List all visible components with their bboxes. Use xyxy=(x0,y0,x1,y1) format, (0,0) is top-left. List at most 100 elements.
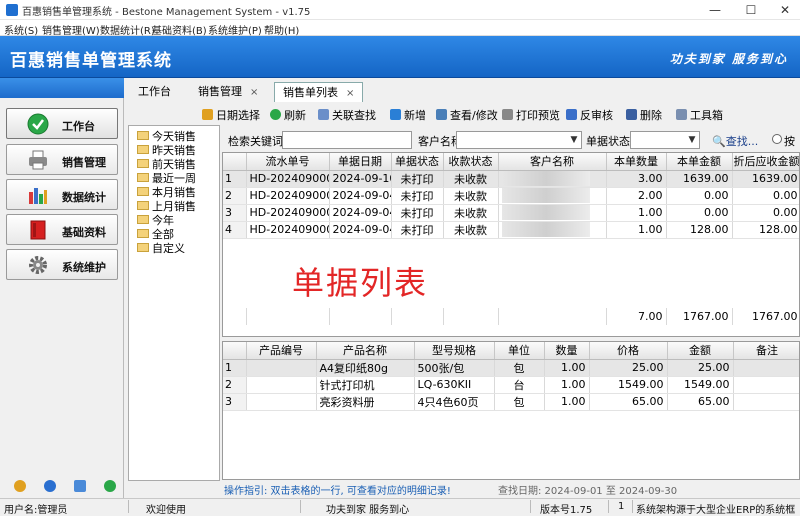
calendar-icon xyxy=(202,109,213,120)
column-header[interactable]: 流水单号 xyxy=(246,153,330,171)
column-header[interactable]: 折后应收金额 xyxy=(732,153,799,171)
filter-bar: 检索关键词 客户名称 ▼ 单据状态 ▼ 🔍查找... 按 xyxy=(222,130,800,150)
orders-grid: 流水单号 单据日期 单据状态 收款状态 客户名称 本单数量 本单金额 折后应收金… xyxy=(222,152,800,337)
amount-cell: 25.00 xyxy=(667,359,734,377)
amount-cell: 1549.00 xyxy=(667,376,734,394)
tab-sales[interactable]: 销售管理 × xyxy=(190,82,266,102)
toolbox-button[interactable]: 工具箱 xyxy=(676,107,723,123)
radio-button[interactable] xyxy=(772,134,782,144)
info-icon[interactable] xyxy=(44,480,56,492)
column-header[interactable]: 客户名称 xyxy=(498,153,607,171)
table-row[interactable]: 2 HD-2024090001 2024-09-04 未打印 未收款 2.00 … xyxy=(223,187,799,205)
close-icon[interactable]: × xyxy=(346,88,354,99)
menu-statistics[interactable]: 数据统计(R) xyxy=(100,22,155,37)
table-row[interactable]: 3 HD-2024090002 2024-09-04 未打印 未收款 1.00 … xyxy=(223,204,799,222)
nav-sales-button[interactable]: 销售管理 xyxy=(6,144,118,175)
title-bar: 百惠销售单管理系统 - Bestone Management System - … xyxy=(0,0,800,20)
tab-workbench[interactable]: 工作台 xyxy=(130,82,179,102)
nav-workbench-button[interactable]: 工作台 xyxy=(6,108,118,139)
monitor-icon[interactable] xyxy=(74,480,86,492)
date-cell: 2024-09-04 xyxy=(329,221,392,239)
power-icon[interactable] xyxy=(104,480,116,492)
table-row[interactable]: 3 亮彩资料册 4只4色60页 包 1.00 65.00 65.00 xyxy=(223,393,799,411)
tools-icon[interactable] xyxy=(14,480,26,492)
banner-slogan: 功夫到家 服务到心 xyxy=(669,52,788,66)
bar-chart-icon xyxy=(29,188,47,204)
minimize-button[interactable]: — xyxy=(698,0,732,20)
menu-basic-data[interactable]: 基础资料(B) xyxy=(152,22,207,37)
qty-cell: 3.00 xyxy=(606,170,667,188)
total-net-amount: 1767.00 xyxy=(732,308,799,325)
chevron-down-icon[interactable]: ▼ xyxy=(685,131,699,149)
menu-help[interactable]: 帮助(H) xyxy=(264,22,299,37)
nav-label: 销售管理 xyxy=(62,156,106,169)
redacted-customer xyxy=(501,222,590,237)
qty-cell: 1.00 xyxy=(544,393,590,411)
redacted-customer xyxy=(501,205,590,220)
column-header[interactable]: 型号规格 xyxy=(414,342,495,360)
table-row[interactable]: 1 HD-2024090004 2024-09-10 未打印 未收款 3.00 … xyxy=(223,170,799,188)
nav-maintenance-button[interactable]: 系统维护 xyxy=(6,249,118,280)
chevron-down-icon[interactable]: ▼ xyxy=(567,131,581,149)
column-header[interactable]: 金额 xyxy=(667,342,734,360)
maximize-button[interactable]: ☐ xyxy=(734,0,768,20)
menu-system[interactable]: 系统(S) xyxy=(4,22,38,37)
table-row[interactable]: 4 HD-2024090003 2024-09-04 未打印 未收款 1.00 … xyxy=(223,221,799,239)
column-header[interactable] xyxy=(223,342,247,360)
unapprove-button[interactable]: 反审核 xyxy=(566,107,613,123)
redacted-customer xyxy=(501,171,590,186)
column-header[interactable]: 数量 xyxy=(544,342,590,360)
column-header[interactable]: 收款状态 xyxy=(443,153,499,171)
book-icon xyxy=(30,220,46,240)
close-window-button[interactable]: ✕ xyxy=(768,0,800,20)
remark-cell xyxy=(733,376,799,394)
menu-maintenance[interactable]: 系统维护(P) xyxy=(208,22,262,37)
new-button[interactable]: 新增 xyxy=(390,107,426,123)
column-header[interactable]: 价格 xyxy=(589,342,668,360)
column-header[interactable] xyxy=(223,153,247,171)
column-header[interactable]: 备注 xyxy=(733,342,799,360)
query-date-range: 查找日期: 2024-09-01 至 2024-09-30 xyxy=(498,486,678,497)
orders-summary-row: 7.00 1767.00 1767.00 xyxy=(223,308,799,325)
date-select-button[interactable]: 日期选择 xyxy=(202,107,260,123)
print-preview-button[interactable]: 打印预览 xyxy=(502,107,560,123)
search-button[interactable]: 🔍查找... xyxy=(712,133,758,149)
view-edit-button[interactable]: 查看/修改 xyxy=(436,107,498,123)
refresh-button[interactable]: 刷新 xyxy=(270,107,306,123)
date-cell: 2024-09-04 xyxy=(329,204,392,222)
table-row[interactable]: 2 针式打印机 LQ-630KII 台 1.00 1549.00 1549.00 xyxy=(223,376,799,394)
related-search-button[interactable]: 关联查找 xyxy=(318,107,376,123)
customer-cell xyxy=(498,221,607,239)
delete-button[interactable]: 删除 xyxy=(626,107,662,123)
close-icon[interactable]: × xyxy=(250,87,258,98)
status-bar: 用户名:管理员 欢迎使用 功夫到家 服务到心 版本号1.75 1 系统架构源于大… xyxy=(0,498,800,516)
qty-cell: 2.00 xyxy=(606,187,667,205)
column-header[interactable]: 本单数量 xyxy=(606,153,667,171)
column-header[interactable]: 单位 xyxy=(494,342,545,360)
column-header[interactable]: 单据日期 xyxy=(329,153,392,171)
tree-item[interactable]: 自定义 xyxy=(137,240,185,256)
sidebar: 工作台 销售管理 数据统计 基础资料 系统维护 xyxy=(0,78,124,498)
nav-label: 基础资料 xyxy=(62,226,106,239)
amount-cell: 65.00 xyxy=(667,393,734,411)
keyword-input[interactable] xyxy=(282,131,412,149)
sidebar-quick-icons xyxy=(0,474,124,498)
nav-statistics-button[interactable]: 数据统计 xyxy=(6,179,118,210)
menu-sales[interactable]: 销售管理(W) xyxy=(42,22,100,37)
column-header[interactable]: 单据状态 xyxy=(391,153,444,171)
folder-icon xyxy=(137,173,149,182)
orders-header: 流水单号 单据日期 单据状态 收款状态 客户名称 本单数量 本单金额 折后应收金… xyxy=(223,153,799,171)
amount-cell: 1639.00 xyxy=(666,170,733,188)
table-row[interactable]: 1 A4复印纸80g 500张/包 包 1.00 25.00 25.00 xyxy=(223,359,799,377)
tab-label: 销售单列表 xyxy=(283,86,338,99)
tab-sales-list[interactable]: 销售单列表 × xyxy=(274,82,364,102)
column-header[interactable]: 产品名称 xyxy=(316,342,415,360)
folder-icon xyxy=(137,229,149,238)
date-cell: 2024-09-04 xyxy=(329,187,392,205)
nav-basic-data-button[interactable]: 基础资料 xyxy=(6,214,118,245)
printer-icon xyxy=(29,150,47,170)
status-cell: 未打印 xyxy=(391,204,444,222)
column-header[interactable]: 本单金额 xyxy=(666,153,733,171)
customer-select[interactable] xyxy=(456,131,582,149)
column-header[interactable]: 产品编号 xyxy=(246,342,317,360)
